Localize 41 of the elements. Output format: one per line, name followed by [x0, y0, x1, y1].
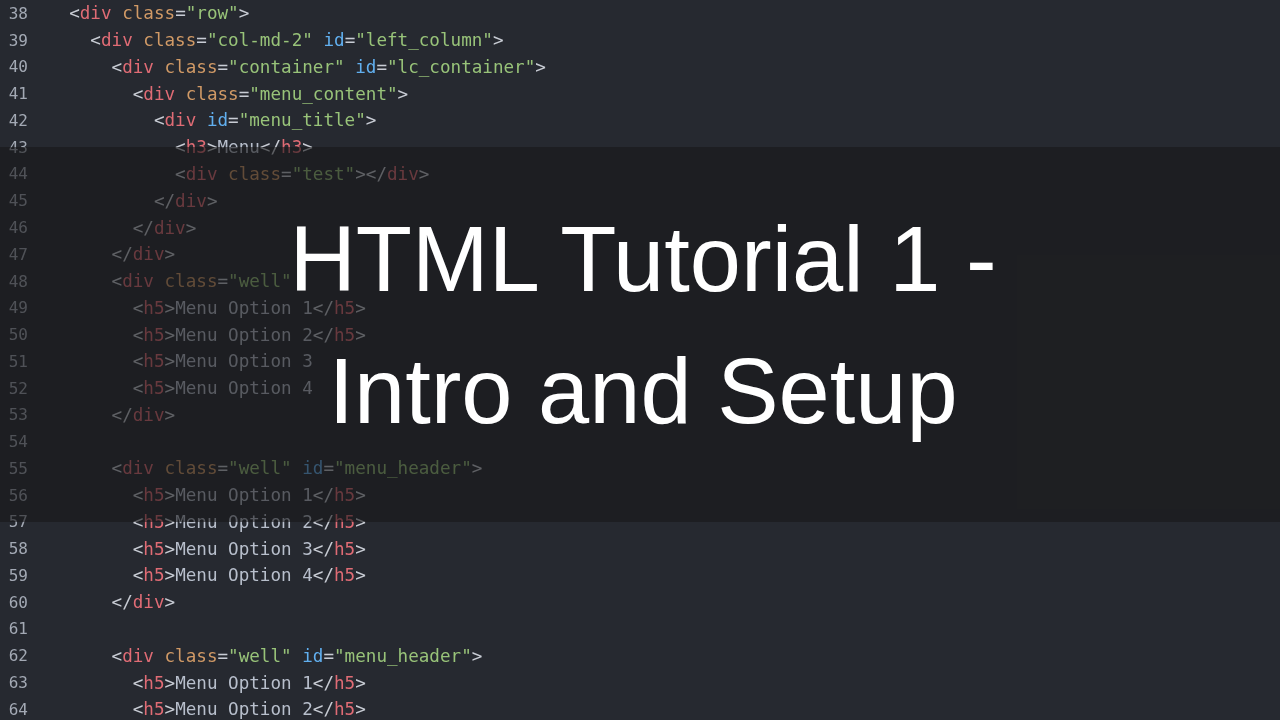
code-line: </div>	[131, 217, 197, 238]
line-number: 40	[7, 57, 28, 77]
code-line: <div id="menu_title">	[152, 110, 377, 131]
code-line: </div>	[110, 404, 176, 425]
line-number: 60	[7, 592, 28, 612]
line-number: 57	[7, 512, 28, 532]
code-line: <div class="well" id="menu_header">	[110, 645, 483, 666]
code-line: </div>	[110, 592, 176, 613]
line-number: 58	[7, 539, 28, 559]
code-line: <h5>Menu Option 1</h5>	[131, 672, 366, 693]
line-number: 42	[7, 110, 28, 130]
line-number: 62	[7, 646, 28, 666]
code-line: </div>	[110, 244, 176, 265]
code-line: <h5>Menu Option 2</h5>	[131, 511, 366, 532]
line-number: 59	[7, 565, 28, 585]
line-number: 64	[7, 699, 28, 719]
code-line: <h5>Menu Option 1</h5>	[131, 297, 366, 318]
code-line: <h5>Menu Option 3</h5>	[131, 538, 366, 559]
line-number: 41	[7, 84, 28, 104]
code-line: <div class="col-md-2" id="left_column">	[89, 30, 504, 51]
title-line: HTML Tutorial 1 -	[289, 221, 997, 297]
line-number: 61	[7, 619, 28, 639]
line-number: 63	[7, 673, 28, 692]
line-number: 43	[7, 137, 28, 157]
code-line: <div class="test"></div>	[174, 163, 430, 184]
code-line: <div class="row">	[68, 3, 250, 24]
code-line: <div class="well" id="menu_header">	[110, 458, 483, 479]
line-number: 39	[7, 30, 28, 50]
code-line: <h5>Menu Option 4	[131, 378, 313, 399]
code-line: </div>	[152, 190, 218, 211]
code-line: <div class="well"	[110, 271, 292, 292]
code-line: <div class="container" id="lc_container">	[110, 56, 546, 77]
code-line: <h5>Menu Option 2</h5>	[131, 699, 366, 720]
code-line: <h5>Menu Option 2</h5>	[131, 324, 366, 345]
title-line: Intro and Setup	[328, 351, 958, 444]
code-line: <h5>Menu Option 4</h5>	[131, 565, 366, 586]
code-line: <div class="menu_content">	[131, 83, 409, 104]
code-line: <h5>Menu Option 3	[131, 351, 313, 372]
code-line: <h5>Menu Option 1</h5>	[131, 485, 366, 506]
code-line: <h3>Menu</h3>	[174, 137, 313, 158]
line-number: 38	[7, 3, 28, 23]
